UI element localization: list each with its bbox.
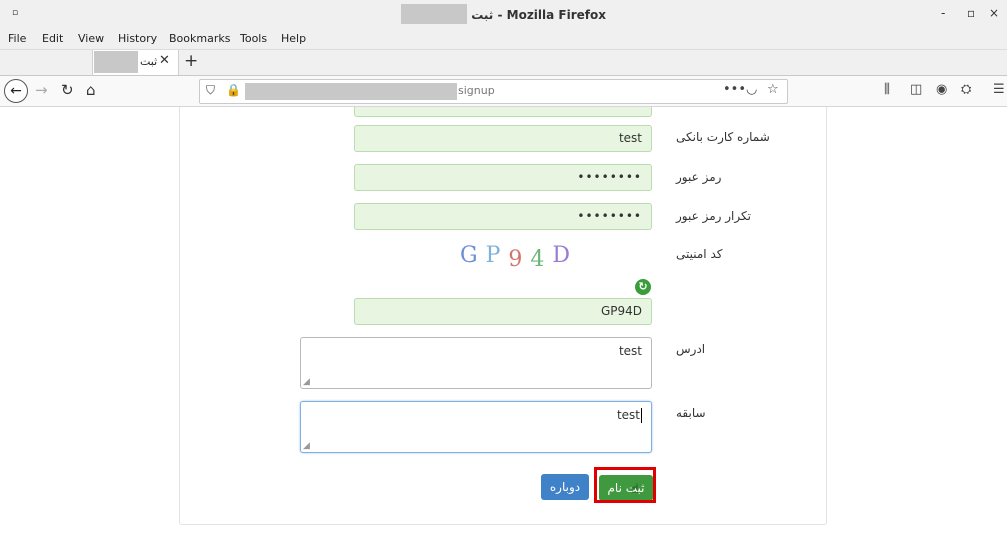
navigation-toolbar: ← → ↻ ⌂ ⛉ 🔒 signup ••• ◡ ☆ ⫼ ◫ ◉ ⛭ ☰: [0, 76, 1007, 107]
library-icon[interactable]: ⫼: [884, 82, 890, 97]
address-textarea[interactable]: test ◢: [300, 337, 652, 389]
bookmark-star-icon[interactable]: ☆: [767, 82, 779, 97]
address-value: test: [618, 344, 642, 358]
account-icon[interactable]: ◉: [936, 82, 947, 97]
history-value: test: [616, 408, 640, 422]
maximize-button[interactable]: ▫: [967, 6, 975, 20]
tab-signup[interactable]: ✕ ثبت: [92, 50, 179, 75]
captcha-image: GP94D: [460, 243, 579, 272]
tracking-shield-icon[interactable]: ⛉: [206, 83, 215, 98]
url-bar[interactable]: ⛉ 🔒 signup ••• ◡ ☆: [199, 79, 788, 104]
home-button[interactable]: ⌂: [86, 81, 96, 99]
menu-file[interactable]: File: [8, 32, 26, 45]
menu-tools[interactable]: Tools: [240, 32, 267, 45]
retry-button[interactable]: دوباره: [541, 474, 589, 500]
sidebar-icon[interactable]: ◫: [910, 82, 922, 97]
card-number-label: شماره کارت بانکی: [676, 130, 770, 144]
history-textarea[interactable]: test ◢: [300, 401, 652, 453]
menu-view[interactable]: View: [78, 32, 104, 45]
password-repeat-label: تکرار رمز عبور: [676, 209, 751, 223]
forward-button[interactable]: →: [35, 81, 48, 99]
close-window-button[interactable]: ×: [989, 6, 999, 20]
page-actions-icon[interactable]: •••: [723, 82, 746, 97]
captcha-refresh-icon[interactable]: ↻: [635, 279, 651, 295]
pocket-icon[interactable]: ◡: [746, 82, 757, 97]
new-tab-button[interactable]: +: [184, 51, 198, 71]
password-label: رمز عبور: [676, 170, 722, 184]
resize-grip-icon[interactable]: ◢: [303, 377, 310, 387]
tab-strip: ✕ ثبت +: [0, 50, 1007, 76]
tab-favicon-redaction: [94, 51, 138, 73]
page-content: test شماره کارت بانکی •••••••• رمز عبور …: [0, 107, 1007, 536]
captcha-char: D: [552, 243, 579, 268]
mouse-pointer-icon: ☝: [631, 482, 639, 497]
security-code-label: کد امنیتی: [676, 247, 723, 261]
history-label: سابقه: [676, 406, 706, 420]
captcha-char: P: [485, 243, 509, 268]
hamburger-menu-icon[interactable]: ☰: [993, 82, 1005, 97]
url-text[interactable]: signup: [458, 84, 495, 97]
captcha-char: 4: [530, 247, 553, 272]
captcha-char: G: [460, 243, 486, 268]
menu-help[interactable]: Help: [281, 32, 306, 45]
menu-bar: File Edit View History Bookmarks Tools H…: [0, 29, 1007, 50]
address-label: ادرس: [676, 342, 706, 356]
back-button[interactable]: ←: [4, 79, 28, 103]
menu-edit[interactable]: Edit: [42, 32, 63, 45]
tab-close-icon[interactable]: ✕: [159, 53, 170, 68]
url-redaction: [245, 83, 457, 100]
password-input[interactable]: ••••••••: [354, 164, 652, 191]
menu-history[interactable]: History: [118, 32, 157, 45]
password-repeat-input[interactable]: ••••••••: [354, 203, 652, 230]
window-title-text: ثبت - Mozilla Firefox: [471, 8, 606, 22]
resize-grip-icon[interactable]: ◢: [303, 441, 310, 451]
minimize-button[interactable]: -: [941, 6, 945, 20]
captcha-char: 9: [508, 247, 531, 272]
window-titlebar: ▫ ثبت - Mozilla Firefox - ▫ ×: [0, 0, 1007, 29]
text-caret: [641, 408, 642, 423]
tab-title: ثبت: [140, 55, 158, 68]
previous-field-partial[interactable]: [354, 107, 652, 117]
lock-icon[interactable]: 🔒: [226, 83, 241, 97]
security-code-input[interactable]: GP94D: [354, 298, 652, 325]
menu-bookmarks[interactable]: Bookmarks: [169, 32, 230, 45]
submit-highlight-box: [594, 467, 656, 503]
reload-button[interactable]: ↻: [61, 81, 74, 99]
title-redaction: [401, 4, 467, 24]
window-title: ثبت - Mozilla Firefox: [0, 4, 1007, 24]
card-number-input[interactable]: test: [354, 125, 652, 152]
extension-icon[interactable]: ⛭: [961, 82, 971, 97]
